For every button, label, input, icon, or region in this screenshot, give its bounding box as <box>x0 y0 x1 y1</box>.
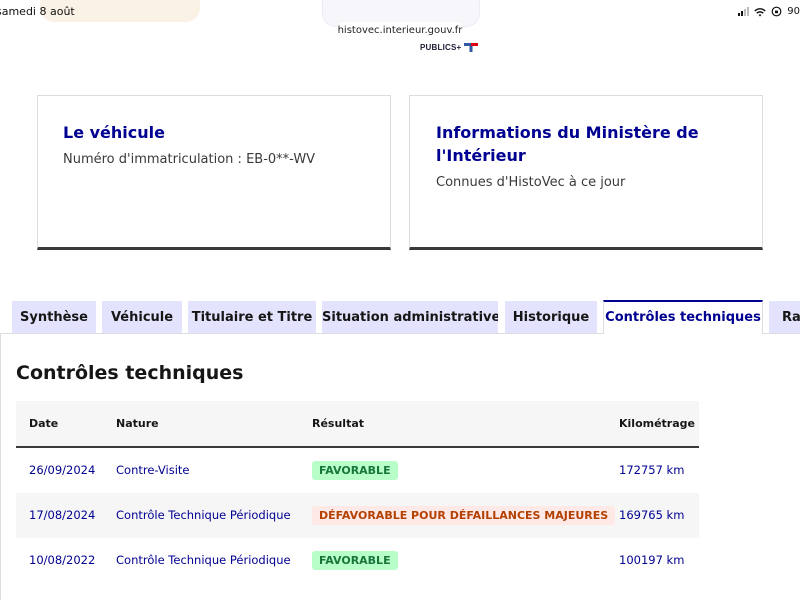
cell-mileage: 169765 km <box>619 508 685 522</box>
table-header: Date Nature Résultat Kilométrage <box>16 401 699 448</box>
brand-flag-icon <box>464 43 479 52</box>
tab-historique[interactable]: Historique <box>505 301 597 334</box>
wifi-icon <box>754 7 766 16</box>
column-header-mileage: Kilométrage <box>619 417 695 430</box>
tab-titulaire-et-titre[interactable]: Titulaire et Titre <box>188 301 316 334</box>
cell-mileage: 100197 km <box>619 553 685 567</box>
status-badge: DÉFAVORABLE POUR DÉFAILLANCES MAJEURES <box>312 506 616 525</box>
vehicle-card: Le véhicule Numéro d'immatriculation : E… <box>37 95 391 250</box>
tab-controles-techniques[interactable]: Contrôles techniques <box>603 300 763 334</box>
cell-nature: Contrôle Technique Périodique <box>116 553 291 567</box>
tab-situation-administrative[interactable]: Situation administrative <box>322 301 498 334</box>
brand-text: PUBLICS+ <box>420 43 462 52</box>
cell-date: 10/08/2022 <box>29 553 96 567</box>
section-title: Contrôles techniques <box>16 362 244 384</box>
battery-level: 90 <box>787 6 800 17</box>
column-header-result: Résultat <box>312 417 365 430</box>
status-date: samedi 8 août <box>0 5 75 18</box>
ministry-card-title: Informations du Ministère de l'Intérieur <box>436 121 699 167</box>
vehicle-card-title: Le véhicule <box>63 123 165 142</box>
ministry-title-line-1: Informations du Ministère de <box>436 123 699 142</box>
status-icons: 90 <box>738 6 800 17</box>
ministry-card-text: Connues d'HistoVec à ce jour <box>436 175 626 190</box>
cell-nature: Contre-Visite <box>116 463 190 477</box>
signal-icon <box>738 7 750 16</box>
tab-synthese[interactable]: Synthèse <box>12 301 96 334</box>
column-header-nature: Nature <box>116 417 159 430</box>
cell-date: 26/09/2024 <box>29 463 96 477</box>
status-badge: FAVORABLE <box>312 551 398 570</box>
ministry-title-line-2: l'Intérieur <box>436 146 526 165</box>
tab-rapport[interactable]: Rap <box>769 301 800 334</box>
panel-border <box>0 333 1 600</box>
ministry-card: Informations du Ministère de l'Intérieur… <box>409 95 763 250</box>
cell-nature: Contrôle Technique Périodique <box>116 508 291 522</box>
status-badge: FAVORABLE <box>312 461 398 480</box>
column-header-date: Date <box>29 417 59 430</box>
cell-date: 17/08/2024 <box>29 508 96 522</box>
cell-mileage: 172757 km <box>619 463 685 477</box>
registration-number: Numéro d'immatriculation : EB-0**-WV <box>63 152 316 167</box>
table-row: 17/08/2024 Contrôle Technique Périodique… <box>16 493 699 538</box>
technical-inspection-table: Date Nature Résultat Kilométrage 26/09/2… <box>16 401 699 583</box>
orientation-lock-icon <box>771 6 782 17</box>
table-row: 10/08/2022 Contrôle Technique Périodique… <box>16 538 699 583</box>
brand-logo: PUBLICS+ <box>420 43 479 52</box>
page: samedi 8 août 90 histovec.interieur.gouv… <box>0 0 800 600</box>
url-bar[interactable]: histovec.interieur.gouv.fr <box>336 22 464 40</box>
table-row: 26/09/2024 Contre-Visite FAVORABLE 17275… <box>16 448 699 493</box>
tab-vehicule[interactable]: Véhicule <box>102 301 182 334</box>
